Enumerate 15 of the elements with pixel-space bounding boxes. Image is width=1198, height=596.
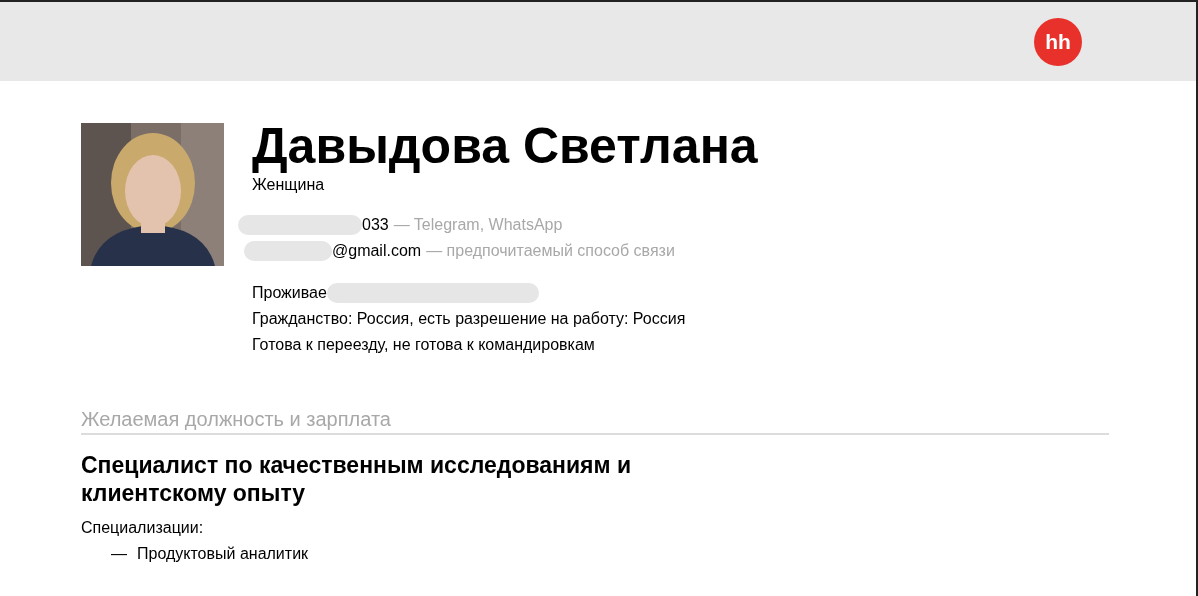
phone-number: 033	[362, 215, 389, 235]
list-dash: —	[111, 544, 127, 564]
detail-text: Проживае	[252, 283, 327, 303]
position-title: Специалист по качественным исследованиям и клиентскому опыту	[81, 451, 633, 507]
detail-text: Готова к переезду, не готова к командировкам	[252, 335, 595, 355]
specializations-label: Специализации:	[81, 518, 205, 538]
gender-text: Женщина	[252, 175, 326, 195]
section-heading: Желаемая должность и зарплата	[81, 407, 1109, 435]
contact-note: — предпочитаемый способ связи	[426, 241, 675, 261]
detail-text: Гражданство: Россия, есть разрешение на работу: Россия	[252, 309, 686, 329]
email-address: @gmail.com	[332, 241, 422, 261]
candidate-name: Давыдова Светлана	[252, 117, 758, 175]
contact-note: — Telegram, WhatsApp	[393, 215, 563, 235]
logo[interactable]: hh	[1034, 17, 1082, 66]
specialization-item: Продуктовый аналитик	[137, 544, 309, 564]
